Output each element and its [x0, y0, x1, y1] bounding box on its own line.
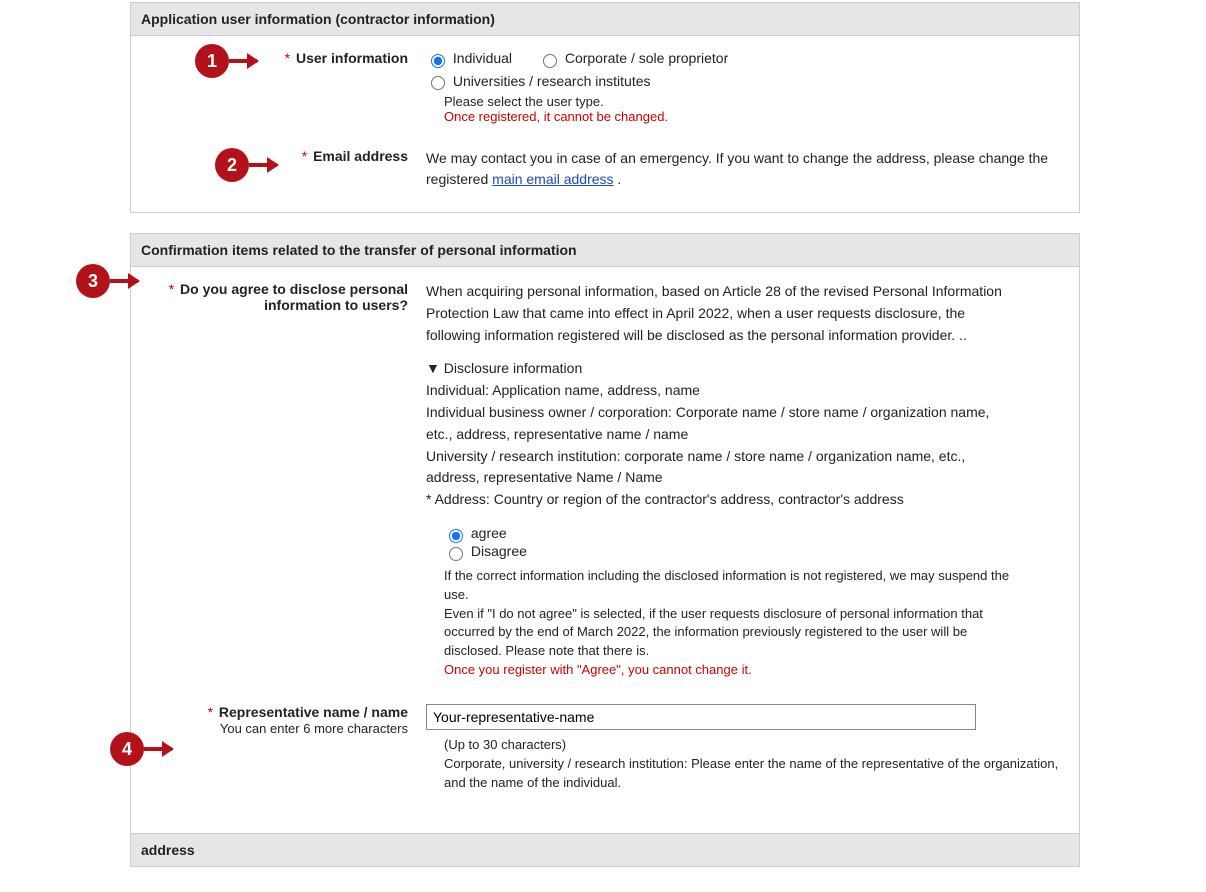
step-badge-1: 1 [195, 44, 229, 78]
arrow-icon [229, 59, 257, 63]
main-email-link[interactable]: main email address [492, 171, 613, 187]
field-label: Representative name / name [219, 704, 408, 720]
section-header: Application user information (contractor… [131, 3, 1079, 36]
required-marker: * [208, 704, 213, 720]
section-header: Confirmation items related to the transf… [131, 234, 1079, 267]
arrow-icon [249, 163, 277, 167]
radio-agree[interactable]: agree [444, 525, 507, 541]
field-label: User information [296, 50, 408, 66]
field-label: Do you agree to disclose personal [180, 281, 408, 297]
required-marker: * [169, 281, 174, 297]
disclosure-line: Individual: Application name, address, n… [426, 380, 1011, 402]
disclosure-heading: ▼ Disclosure information [426, 360, 1011, 376]
panel-confirmation: Confirmation items related to the transf… [130, 233, 1080, 866]
required-marker: * [285, 50, 290, 66]
radio-individual[interactable]: Individual [426, 50, 512, 66]
step-badge-3: 3 [76, 264, 110, 298]
row-representative-name: * Representative name / name You can ent… [131, 690, 1079, 833]
char-counter: You can enter 6 more characters [220, 721, 408, 736]
warning-text: Once registered, it cannot be changed. [444, 109, 1069, 124]
arrow-icon [110, 279, 138, 283]
note-text: Please select the user type. [444, 94, 1069, 109]
note-text: Corporate, university / research institu… [444, 755, 1069, 793]
step-badge-2: 2 [215, 148, 249, 182]
disclosure-line: * Address: Country or region of the cont… [426, 489, 1011, 511]
radio-corporate[interactable]: Corporate / sole proprietor [538, 50, 728, 66]
representative-name-input[interactable] [426, 704, 976, 730]
required-marker: * [302, 148, 307, 164]
field-label: information to users? [264, 297, 408, 313]
warning-text: Once you register with "Agree", you cann… [444, 661, 1011, 680]
note-text: . [614, 171, 622, 187]
note-text: Even if "I do not agree" is selected, if… [444, 605, 1011, 662]
disclosure-line: Individual business owner / corporation:… [426, 402, 1011, 445]
note-text: (Up to 30 characters) [444, 736, 1069, 755]
panel-user-information: Application user information (contractor… [130, 2, 1080, 213]
row-email-address: * Email address We may contact you in ca… [131, 134, 1079, 212]
step-badge-4: 4 [110, 732, 144, 766]
disclosure-line: University / research institution: corpo… [426, 446, 1011, 489]
field-label: Email address [313, 148, 408, 164]
section-header: address [131, 833, 1079, 866]
radio-universities[interactable]: Universities / research institutes [426, 73, 651, 89]
radio-disagree[interactable]: Disagree [444, 543, 527, 559]
note-text: If the correct information including the… [444, 567, 1011, 605]
arrow-icon [144, 747, 172, 751]
row-disclose: * Do you agree to disclose personal info… [131, 267, 1079, 690]
row-user-information: * User information Individual Corporate … [131, 36, 1079, 134]
disclose-paragraph: When acquiring personal information, bas… [426, 281, 1011, 346]
